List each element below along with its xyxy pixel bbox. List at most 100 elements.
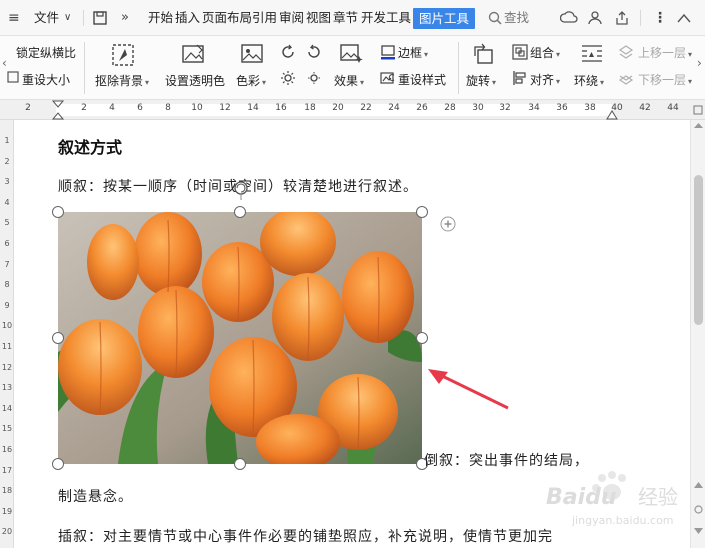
bring-forward-icon [618, 44, 634, 63]
vruler-label: 14 [1, 403, 13, 413]
lock-ratio-checkbox[interactable]: 锁定纵横比 [16, 44, 76, 61]
vruler-label: 15 [1, 424, 13, 434]
vruler-label: 18 [1, 486, 13, 496]
scroll-left-icon[interactable]: ‹ [2, 56, 7, 70]
rotate-right-icon[interactable] [306, 44, 322, 63]
vruler-label: 17 [1, 465, 13, 475]
ruler-label: 16 [275, 103, 287, 113]
ruler-toggle-icon[interactable] [693, 105, 703, 115]
color-button[interactable]: 色彩 ▾ [236, 72, 266, 89]
paragraph-flashback-start: 倒叙：突出事件的结局， [424, 453, 589, 469]
reset-style-button[interactable]: 重设样式 [398, 71, 446, 88]
resize-handle-top-left[interactable] [52, 206, 64, 218]
tab-view[interactable]: 视图 [306, 0, 331, 36]
file-menu[interactable]: 文件 [34, 0, 59, 36]
right-indent-marker-icon[interactable] [606, 109, 618, 120]
ruler-label: 12 [219, 103, 231, 113]
page-select-icon[interactable] [694, 505, 703, 514]
resize-handle-top-right[interactable] [416, 206, 428, 218]
watermark-brand: Baidu [546, 485, 617, 510]
border-button[interactable]: 边框 ▾ [398, 44, 428, 61]
vruler-label: 11 [1, 342, 13, 351]
reset-size-button[interactable]: 重设大小 [22, 71, 70, 88]
resize-handle-left[interactable] [52, 332, 64, 344]
hamburger-icon[interactable]: ≡ [8, 0, 20, 36]
horizontal-ruler[interactable]: 2 2 4 6 8 10 12 14 16 18 20 22 24 26 28 30 32 34 36 38 40 42 4… [0, 100, 705, 120]
ribbon-toolbar: ‹ 锁定纵横比 重设大小 抠除背景▾ 设置透明色 色彩▾ 效果▾ 边框▾ [0, 36, 705, 100]
resize-handle-bottom-left[interactable] [52, 458, 64, 470]
search-icon[interactable] [488, 0, 502, 36]
vertical-scrollbar[interactable] [690, 120, 705, 548]
remove-background-button[interactable]: 抠除背景 ▾ [95, 72, 149, 89]
tab-chapter[interactable]: 章节 [333, 0, 358, 36]
chevron-down-icon[interactable]: ∨ [64, 0, 71, 36]
resize-handle-top[interactable] [234, 206, 246, 218]
resize-handle-right[interactable] [416, 332, 428, 344]
ruler-label: 2 [81, 103, 87, 113]
search-label[interactable]: 查找 [504, 0, 529, 36]
picture-color-icon [240, 42, 264, 69]
vertical-ruler[interactable]: 1 2 3 4 5 6 7 8 9 10 11 12 13 14 15 16 17 18 19 20 [0, 120, 14, 548]
tab-developer[interactable]: 开发工具 [361, 0, 411, 36]
ruler-label: 28 [444, 103, 456, 113]
save-icon[interactable] [92, 0, 108, 36]
ruler-label: 2 [25, 103, 31, 113]
export-icon[interactable] [614, 0, 630, 36]
ruler-label: 20 [332, 103, 344, 113]
divider [84, 42, 85, 94]
set-transparent-color-button[interactable]: 设置透明色 [165, 72, 225, 89]
vruler-label: 5 [4, 218, 10, 228]
bring-forward-button[interactable]: 上移一层 ▾ [638, 44, 692, 61]
transparent-color-icon [180, 42, 206, 71]
ruler-label: 6 [137, 103, 143, 113]
next-page-icon[interactable] [694, 528, 703, 536]
vruler-label: 7 [4, 259, 10, 269]
share-user-icon[interactable] [588, 0, 604, 36]
rotate-handle-icon[interactable] [232, 180, 250, 200]
scroll-right-icon[interactable]: › [697, 56, 702, 70]
reset-size-icon[interactable] [6, 70, 20, 87]
tab-page-layout[interactable]: 页面布局 [202, 0, 252, 36]
rotate-left-icon[interactable] [280, 44, 296, 63]
brightness-down-icon[interactable] [306, 70, 322, 89]
tulip-image[interactable] [58, 212, 422, 464]
effect-button[interactable]: 效果 ▾ [334, 72, 364, 89]
prev-page-icon[interactable] [694, 480, 703, 488]
rotate-button[interactable]: 旋转 ▾ [466, 72, 496, 89]
ruler-label: 14 [247, 103, 259, 113]
vruler-label: 13 [1, 383, 13, 393]
layout-options-icon[interactable] [440, 216, 456, 232]
scrollbar-thumb[interactable] [694, 175, 703, 325]
collapse-ribbon-icon[interactable] [677, 0, 691, 36]
more-chevrons-icon[interactable]: » [121, 0, 129, 36]
ruler-label: 30 [472, 103, 484, 113]
ruler-label: 4 [109, 103, 115, 113]
brightness-up-icon[interactable] [280, 70, 296, 89]
ruler-label: 42 [639, 103, 651, 113]
tab-home[interactable]: 开始 [148, 0, 173, 36]
rotate-object-icon [472, 42, 496, 69]
align-icon [512, 70, 528, 89]
ruler-label: 44 [667, 103, 679, 113]
tab-review[interactable]: 审阅 [279, 0, 304, 36]
cloud-sync-icon[interactable] [559, 0, 578, 36]
ruler-label: 36 [556, 103, 568, 113]
baidu-watermark: Baidu 经验 jingyan.baidu.com [542, 470, 690, 540]
group-button[interactable]: 组合 ▾ [530, 44, 560, 61]
tab-picture-tools[interactable]: 图片工具 [413, 8, 476, 29]
vruler-label: 4 [4, 197, 10, 207]
menu-bar: ≡ 文件 ∨ » 开始 插入 页面布局 引用 审阅 视图 章节 开发工具 图片工… [0, 0, 705, 36]
more-options-icon[interactable]: ⋮ [653, 0, 667, 36]
tab-references[interactable]: 引用 [252, 0, 277, 36]
align-button[interactable]: 对齐 ▾ [530, 71, 560, 88]
tab-insert[interactable]: 插入 [175, 0, 200, 36]
resize-handle-bottom[interactable] [234, 458, 246, 470]
text-wrap-button[interactable]: 环绕 ▾ [574, 72, 604, 89]
vruler-label: 16 [1, 445, 13, 454]
vruler-label: 6 [4, 239, 10, 248]
ruler-label: 34 [528, 103, 540, 113]
send-backward-button[interactable]: 下移一层 ▾ [638, 71, 692, 88]
indent-marker-icon[interactable] [52, 100, 64, 120]
group-icon [512, 44, 528, 63]
scroll-up-icon[interactable] [694, 122, 703, 128]
